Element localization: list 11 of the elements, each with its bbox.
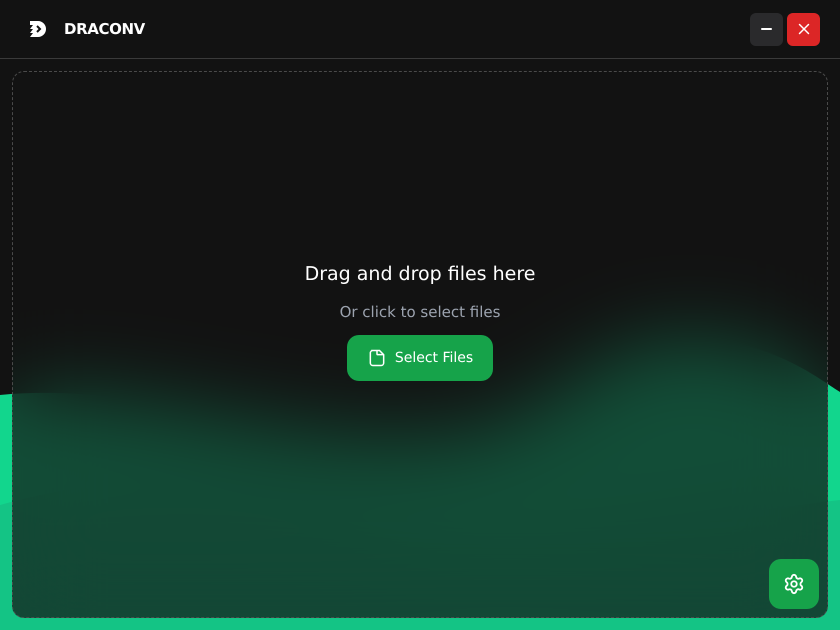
minimize-icon [761,28,772,30]
drop-zone[interactable]: Drag and drop files here Or click to select files Select Files [12,71,828,618]
drop-heading: Drag and drop files here [304,262,536,287]
minimize-button[interactable] [750,12,783,46]
file-icon [366,348,387,368]
close-button[interactable] [787,12,820,46]
window-title: DRACONV [64,18,145,40]
logo-icon [28,19,48,39]
drop-subtitle: Or click to select files [340,302,500,322]
settings-icon [783,573,805,595]
settings-button[interactable] [769,559,819,609]
